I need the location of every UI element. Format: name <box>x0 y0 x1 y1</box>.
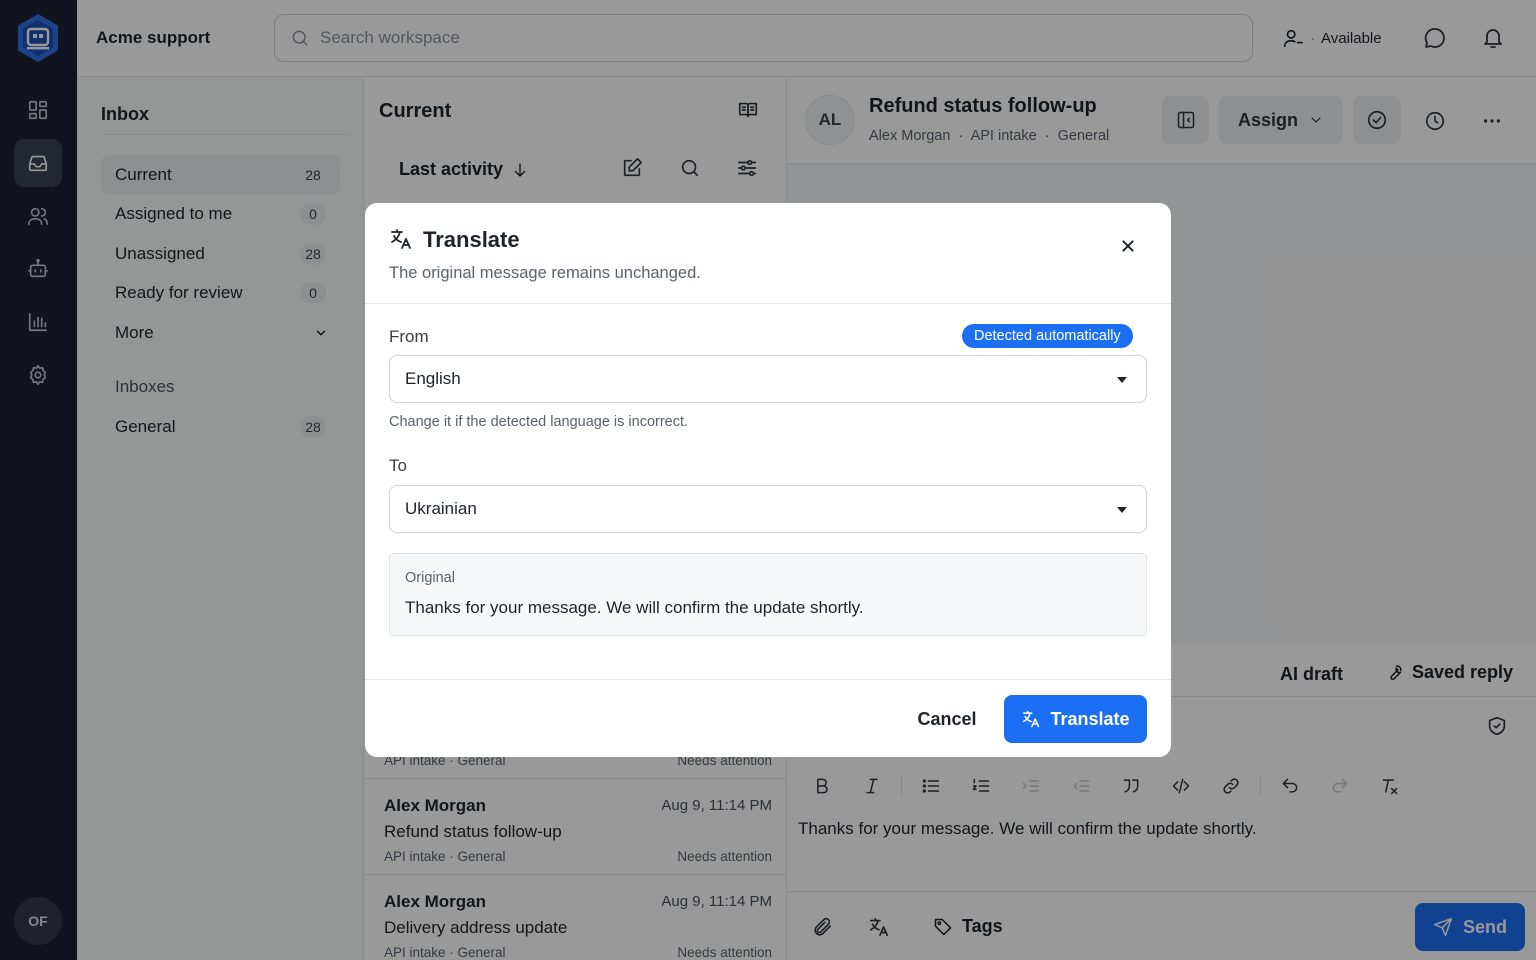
original-label: Original <box>405 570 455 586</box>
translate-icon <box>389 227 413 251</box>
to-language-select[interactable]: Ukrainian <box>389 485 1147 533</box>
caret-down-icon <box>1117 507 1127 513</box>
close-icon[interactable] <box>1117 235 1139 257</box>
cancel-button[interactable]: Cancel <box>905 695 989 743</box>
translate-icon <box>1023 710 1040 728</box>
from-label: From <box>389 327 429 346</box>
dialog-header: Translate The original message remains u… <box>365 203 1171 304</box>
from-language-value: English <box>405 369 461 388</box>
original-text: Thanks for your message. We will confirm… <box>405 598 864 617</box>
detected-badge: Detected automatically <box>962 324 1133 348</box>
dialog-title: Translate <box>423 227 520 252</box>
from-hint: Change it if the detected language is in… <box>389 414 689 430</box>
divider <box>365 679 1171 680</box>
translate-button[interactable]: Translate <box>1004 695 1147 743</box>
from-language-select[interactable]: English <box>389 355 1147 403</box>
to-label: To <box>389 456 407 475</box>
dialog-description: The original message remains unchanged. <box>389 264 701 282</box>
original-message-box: Original Thanks for your message. We wil… <box>389 553 1147 636</box>
to-language-value: Ukrainian <box>405 499 477 518</box>
caret-down-icon <box>1117 377 1127 383</box>
translate-dialog: Translate The original message remains u… <box>365 203 1171 757</box>
translate-button-label: Translate <box>1050 708 1130 729</box>
